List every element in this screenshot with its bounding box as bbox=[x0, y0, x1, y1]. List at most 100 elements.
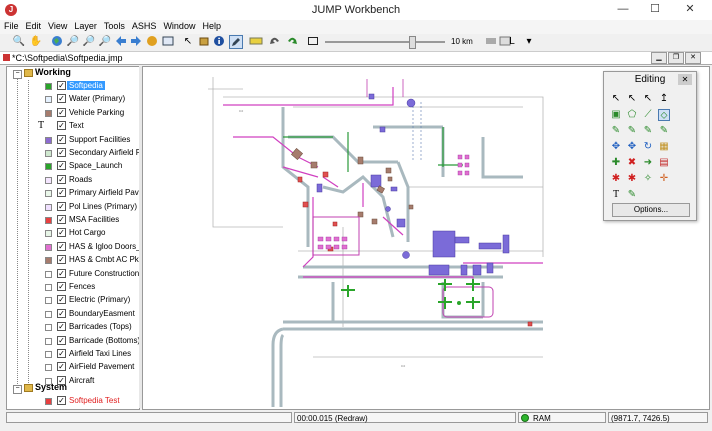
draw-line-icon[interactable]: ⟋ bbox=[642, 109, 654, 121]
layer-item[interactable]: ✓ Future Construction bbox=[7, 268, 139, 281]
back-icon[interactable] bbox=[114, 35, 128, 49]
zoom-icon[interactable]: 🔍 bbox=[12, 35, 26, 49]
close-button[interactable]: ✕ bbox=[668, 0, 712, 20]
layer-item[interactable]: ✓ MSA Facilities bbox=[7, 214, 139, 227]
draw-point-icon[interactable]: ⬦ bbox=[658, 109, 670, 121]
layer-item[interactable]: ✓ Barricades (Tops) bbox=[7, 321, 139, 334]
menu-ashs[interactable]: ASHS bbox=[128, 20, 160, 31]
layer-item[interactable]: ✓ Support Facilities bbox=[7, 134, 139, 147]
zoom-selection-icon[interactable] bbox=[161, 35, 175, 49]
select-line-icon[interactable]: ↖ bbox=[642, 93, 654, 105]
layer-color-swatch[interactable] bbox=[45, 351, 52, 358]
layer-color-swatch[interactable] bbox=[45, 217, 52, 224]
layer-color-swatch[interactable] bbox=[45, 203, 52, 211]
layer-color-swatch[interactable] bbox=[45, 284, 52, 291]
layer-color-swatch[interactable] bbox=[45, 163, 52, 171]
layer-color-swatch[interactable] bbox=[45, 364, 52, 372]
layer-visibility-checkbox[interactable]: ✓ bbox=[57, 335, 66, 345]
layer-item[interactable]: ✓ Water (Primary) bbox=[7, 93, 139, 106]
info-icon[interactable] bbox=[212, 35, 226, 49]
layer-color-swatch[interactable] bbox=[45, 243, 52, 251]
text-icon[interactable]: T bbox=[610, 189, 622, 201]
layer-visibility-checkbox[interactable]: ✓ bbox=[57, 81, 66, 90]
arrow-icon[interactable]: ➜ bbox=[642, 157, 654, 169]
zoom-out-icon[interactable]: 🔎 bbox=[82, 35, 96, 49]
draw-rect-icon[interactable]: ▣ bbox=[610, 109, 622, 121]
snap-icon[interactable]: ↥ bbox=[658, 93, 670, 105]
layer-color-swatch[interactable] bbox=[45, 109, 52, 117]
layer-category-working[interactable]: − Working bbox=[7, 67, 139, 80]
stretch-icon[interactable]: ✛ bbox=[658, 173, 670, 185]
editing-close-button[interactable]: ✕ bbox=[678, 74, 692, 85]
layer-visibility-checkbox[interactable]: ✓ bbox=[57, 188, 66, 198]
layer-color-swatch[interactable] bbox=[45, 297, 52, 305]
layer-color-swatch[interactable] bbox=[45, 270, 52, 278]
zoom-in-icon[interactable]: 🔎 bbox=[66, 35, 80, 49]
layer-visibility-checkbox[interactable]: ✓ bbox=[57, 255, 66, 265]
delete-vertex-icon[interactable]: ✎ bbox=[642, 125, 654, 137]
edit-toggle-icon[interactable] bbox=[229, 35, 243, 49]
layer-item[interactable]: ✓ Pol Lines (Primary) bbox=[7, 201, 139, 214]
layer-color-swatch[interactable] bbox=[45, 310, 52, 318]
layer-visibility-checkbox[interactable]: ✓ bbox=[57, 396, 66, 405]
layer-color-swatch[interactable] bbox=[45, 150, 52, 157]
layer-color-swatch[interactable] bbox=[45, 190, 52, 198]
layer-visibility-checkbox[interactable]: ✓ bbox=[57, 349, 66, 358]
globe-icon[interactable] bbox=[50, 35, 64, 49]
layer-visibility-checkbox[interactable]: ✓ bbox=[57, 134, 66, 144]
select-icon[interactable]: ↖ bbox=[610, 93, 622, 105]
layer-item[interactable]: ✓ AirField Pavement bbox=[7, 361, 139, 374]
layer-item[interactable]: ✓ Airfield Taxi Lines bbox=[7, 348, 139, 361]
layer-color-swatch[interactable] bbox=[45, 230, 52, 238]
dropdown-value[interactable]: L bbox=[508, 35, 516, 49]
frame-icon[interactable] bbox=[306, 35, 320, 49]
layer-item[interactable]: ✓ Hot Cargo bbox=[7, 227, 139, 240]
undo-icon[interactable] bbox=[268, 35, 282, 49]
layer-visibility-checkbox[interactable]: ✓ bbox=[57, 241, 66, 251]
chevron-down-icon[interactable]: ▾ bbox=[522, 35, 536, 49]
layer-item[interactable]: T ✓ Text bbox=[7, 120, 139, 133]
collapse-icon[interactable]: − bbox=[13, 385, 22, 394]
minimize-button[interactable]: — bbox=[608, 0, 638, 20]
draw-polygon-icon[interactable]: ⬠ bbox=[626, 109, 638, 121]
layer-visibility-checkbox[interactable]: ✓ bbox=[57, 268, 66, 278]
layer-item[interactable]: ✓HAS & Igloo Doors_Ver bbox=[7, 241, 139, 254]
layer-item[interactable]: ✓ Roads bbox=[7, 174, 139, 187]
doc-restore-button[interactable]: ❐ bbox=[668, 52, 684, 64]
layer-color-swatch[interactable] bbox=[45, 176, 52, 184]
move-vertex-icon[interactable]: ✎ bbox=[610, 125, 622, 137]
layer-item[interactable]: ✓ Barricade (Bottoms) bbox=[7, 335, 139, 348]
menu-window[interactable]: Window bbox=[159, 20, 198, 31]
layer-visibility-checkbox[interactable]: ✓ bbox=[57, 161, 66, 171]
layer-item[interactable]: ✓Secondary Airfield Pav bbox=[7, 147, 139, 160]
doc-minimize-button[interactable]: ▁ bbox=[651, 52, 667, 64]
pin-icon[interactable]: ✱ bbox=[626, 173, 638, 185]
document-tab[interactable]: *C:\Softpedia\Softpedia.jmp bbox=[0, 52, 712, 65]
zoom-extent-icon[interactable]: 🔎 bbox=[98, 35, 112, 49]
select-part-icon[interactable]: ↖ bbox=[626, 93, 638, 105]
paint-icon[interactable]: ✎ bbox=[626, 189, 638, 201]
layer-visibility-checkbox[interactable]: ✓ bbox=[57, 148, 66, 157]
layer-visibility-checkbox[interactable]: ✓ bbox=[57, 201, 66, 211]
pointer-icon[interactable]: ↖ bbox=[181, 35, 195, 49]
layer-visibility-checkbox[interactable]: ✓ bbox=[57, 174, 66, 184]
box-icon[interactable] bbox=[197, 35, 211, 49]
layer-item[interactable]: ✓ Fences bbox=[7, 281, 139, 294]
layer-item[interactable]: ✓ BoundaryEasment bbox=[7, 308, 139, 321]
layer-item[interactable]: ✓ Vehicle Parking bbox=[7, 107, 139, 120]
snap-target-icon[interactable]: ▤ bbox=[658, 157, 670, 169]
layer-item[interactable]: ✓ Space_Launch bbox=[7, 160, 139, 173]
layer-visibility-checkbox[interactable]: ✓ bbox=[57, 282, 66, 291]
layer-color-swatch[interactable] bbox=[45, 96, 52, 104]
options-button[interactable]: Options... bbox=[612, 203, 690, 217]
menu-tools[interactable]: Tools bbox=[100, 20, 128, 31]
layer-tree-panel[interactable]: − Working ✓ Softpedia ✓ Water (Primary) ✓ Veh… bbox=[6, 66, 140, 410]
scale-slider-track[interactable] bbox=[325, 41, 445, 43]
layer-color-swatch[interactable] bbox=[45, 257, 52, 265]
collapse-icon[interactable]: − bbox=[13, 70, 22, 79]
layer-visibility-checkbox[interactable]: ✓ bbox=[57, 121, 66, 131]
forward-icon[interactable] bbox=[129, 35, 143, 49]
layer-color-swatch[interactable] bbox=[45, 83, 52, 90]
join-icon[interactable]: ✧ bbox=[642, 173, 654, 185]
merge-icon[interactable]: ▦ bbox=[658, 141, 670, 153]
